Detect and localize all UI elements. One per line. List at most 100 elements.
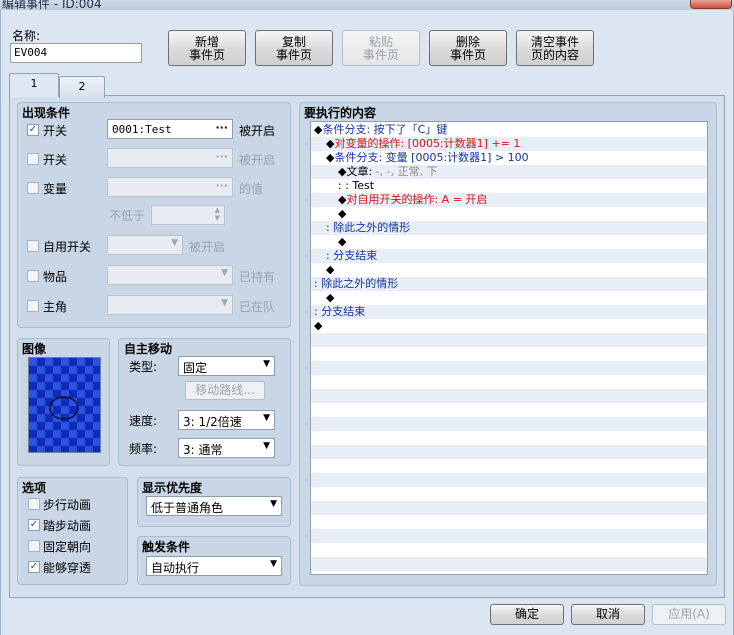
- switch1-suffix: 被开启: [239, 124, 276, 138]
- command-text: 对自用开关的操作: A = 开启: [346, 193, 488, 206]
- command-row[interactable]: [311, 333, 707, 347]
- frequency-select[interactable]: 3: 通常 ▼: [178, 438, 275, 458]
- apply-button[interactable]: 应用(A): [652, 604, 726, 625]
- variable-select[interactable]: ···: [107, 177, 233, 197]
- close-button[interactable]: [690, 0, 732, 9]
- command-row[interactable]: ◆: [311, 263, 707, 277]
- command-row[interactable]: [311, 403, 707, 417]
- command-row[interactable]: [311, 445, 707, 459]
- command-row[interactable]: [311, 501, 707, 515]
- ok-button[interactable]: 确定: [490, 604, 564, 625]
- command-row[interactable]: [311, 557, 707, 571]
- command-row[interactable]: ◆: [311, 235, 707, 249]
- speed-select[interactable]: 3: 1/2倍速 ▼: [178, 410, 275, 430]
- variable-value-spinner[interactable]: ▲ ▼: [151, 205, 225, 225]
- clear-page-label-2: 页的内容: [530, 48, 579, 62]
- ellipsis-icon: ···: [215, 179, 228, 192]
- paste-page-label-2: 事件页: [362, 48, 399, 62]
- chevron-down-icon: ▼: [263, 441, 270, 451]
- self-switch-suffix: 被开启: [189, 240, 226, 254]
- delete-page-button[interactable]: 删除 事件页: [429, 30, 507, 66]
- command-row[interactable]: [311, 487, 707, 501]
- command-diamond-icon: ◆: [338, 235, 347, 248]
- command-text: 对变量的操作: [0005:计数器1] += 1: [334, 137, 521, 150]
- tab-page-1[interactable]: 1: [9, 73, 59, 97]
- event-graphic-preview[interactable]: [28, 357, 101, 453]
- spinner-arrows-icon: ▲ ▼: [214, 206, 220, 222]
- chevron-down-icon: ▼: [221, 298, 228, 308]
- ellipsis-icon: ···: [215, 150, 228, 163]
- command-row[interactable]: [311, 375, 707, 389]
- switch2-select[interactable]: ···: [107, 148, 233, 168]
- command-row[interactable]: [311, 529, 707, 543]
- command-row[interactable]: [311, 347, 707, 361]
- chevron-down-icon: ▼: [270, 499, 277, 509]
- frequency-value: 3: 通常: [183, 443, 223, 457]
- command-row[interactable]: [311, 473, 707, 487]
- self-switch-select[interactable]: ▼: [107, 235, 183, 255]
- command-row[interactable]: [311, 361, 707, 375]
- new-page-button[interactable]: 新增 事件页: [168, 30, 246, 66]
- command-row[interactable]: : : Test: [311, 179, 707, 193]
- command-text: 条件分支: 变量 [0005:计数器1] > 100: [334, 151, 529, 164]
- command-row[interactable]: [311, 515, 707, 529]
- command-row[interactable]: ◆: [311, 291, 707, 305]
- command-row[interactable]: ◆: [311, 319, 707, 333]
- frequency-label: 频率:: [129, 442, 158, 456]
- self-switch-label: 自用开关: [43, 240, 92, 254]
- tab-page-2[interactable]: 2: [59, 76, 105, 98]
- actor-label: 主角: [43, 300, 68, 314]
- command-row[interactable]: [311, 543, 707, 557]
- priority-select[interactable]: 低于普通角色 ▼: [146, 496, 282, 516]
- command-row[interactable]: ◆条件分支: 变量 [0005:计数器1] > 100: [311, 151, 707, 165]
- command-row[interactable]: [311, 459, 707, 473]
- paste-page-button[interactable]: 粘贴 事件页: [342, 30, 420, 66]
- command-row[interactable]: ◆对变量的操作: [0005:计数器1] += 1: [311, 137, 707, 151]
- command-row[interactable]: : 除此之外的情形: [311, 221, 707, 235]
- command-diamond-icon: ◆: [326, 291, 335, 304]
- trigger-select[interactable]: 自动执行 ▼: [146, 556, 282, 576]
- walk-anim-label: 步行动画: [43, 498, 92, 512]
- actor-checkbox[interactable]: [27, 300, 39, 312]
- command-row[interactable]: ◆对自用开关的操作: A = 开启: [311, 193, 707, 207]
- through-checkbox[interactable]: ✓: [28, 561, 40, 573]
- switch2-suffix: 被开启: [239, 153, 276, 167]
- command-row[interactable]: [311, 431, 707, 445]
- clear-page-button[interactable]: 清空事件 页的内容: [516, 30, 594, 66]
- event-command-list[interactable]: ◆条件分支: 按下了「C」键 ◆对变量的操作: [0005:计数器1] += 1 ◆…: [310, 121, 708, 575]
- name-input[interactable]: EV004: [10, 43, 142, 63]
- item-label: 物品: [43, 270, 68, 284]
- chevron-down-icon: ▼: [263, 359, 270, 369]
- command-text: : 分支结束: [326, 249, 378, 262]
- walk-anim-checkbox[interactable]: [28, 498, 40, 510]
- variable-checkbox[interactable]: [27, 182, 39, 194]
- command-row[interactable]: : 除此之外的情形: [311, 277, 707, 291]
- move-type-select[interactable]: 固定 ▼: [178, 356, 275, 376]
- command-row[interactable]: ◆条件分支: 按下了「C」键: [311, 123, 707, 137]
- command-row[interactable]: ◆文章: -, -, 正常, 下: [311, 165, 707, 179]
- self-switch-checkbox[interactable]: [27, 240, 39, 252]
- item-checkbox[interactable]: [27, 270, 39, 282]
- command-text: : 除此之外的情形: [326, 221, 411, 234]
- command-text: : : Test: [338, 179, 375, 192]
- command-row[interactable]: ◆: [311, 207, 707, 221]
- chevron-down-icon: ▼: [263, 413, 270, 423]
- item-select[interactable]: ▼: [107, 265, 233, 285]
- move-route-button[interactable]: 移动路线...: [185, 381, 265, 400]
- cancel-button[interactable]: 取消: [571, 604, 645, 625]
- command-row[interactable]: [311, 389, 707, 403]
- command-text: 文章:: [346, 165, 376, 178]
- direction-fix-checkbox[interactable]: [28, 540, 40, 552]
- switch1-select[interactable]: 0001:Test ···: [107, 119, 233, 139]
- command-text: 条件分支: 按下了「C」键: [322, 123, 448, 136]
- copy-page-button[interactable]: 复制 事件页: [255, 30, 333, 66]
- switch1-checkbox[interactable]: ✓: [27, 124, 39, 136]
- command-row[interactable]: : 分支结束: [311, 305, 707, 319]
- chevron-down-icon: ▼: [221, 268, 228, 278]
- command-row[interactable]: : 分支结束: [311, 249, 707, 263]
- switch2-checkbox[interactable]: [27, 153, 39, 165]
- step-anim-checkbox[interactable]: ✓: [28, 519, 40, 531]
- new-page-label-2: 事件页: [188, 48, 225, 62]
- command-row[interactable]: [311, 417, 707, 431]
- actor-select[interactable]: ▼: [107, 295, 233, 315]
